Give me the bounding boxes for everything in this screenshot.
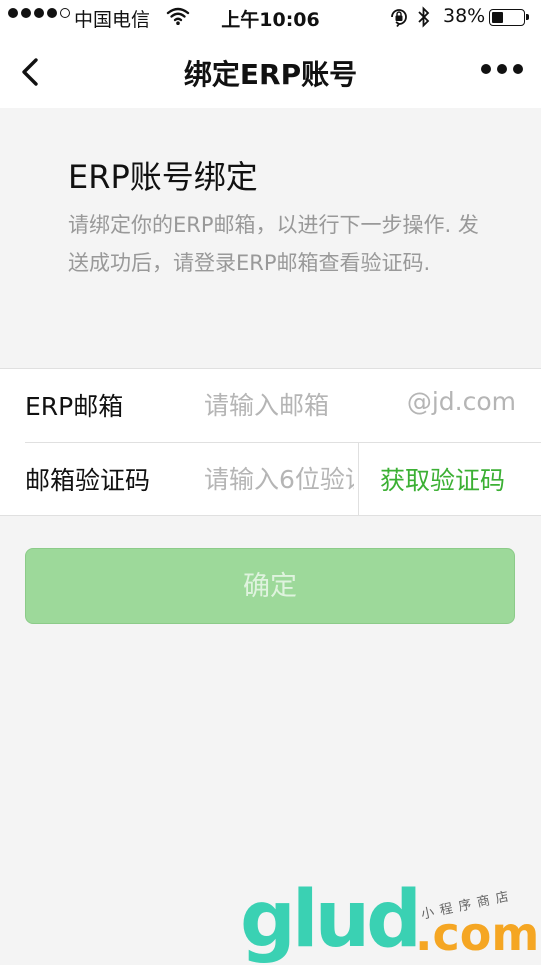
battery-icon [489,9,529,26]
intro-heading: ERP账号绑定 [68,158,258,196]
code-input[interactable] [204,459,354,499]
nav-bar: 绑定ERP账号 [0,36,541,108]
intro-description: 请绑定你的ERP邮箱，以进行下一步操作. 发送成功后，请登录ERP邮箱查看验证码… [68,213,479,275]
bluetooth-icon [417,5,431,34]
vertical-divider [358,443,359,516]
confirm-button[interactable]: 确定 [25,548,515,624]
page-title: 绑定ERP账号 [183,58,358,91]
email-domain-suffix: @jd.com [406,387,516,416]
get-code-button[interactable]: 获取验证码 [380,461,505,497]
watermark-main-text: glud [240,875,422,965]
lock-rotation-icon [388,6,410,33]
email-label: ERP邮箱 [25,392,124,421]
code-label: 邮箱验证码 [25,466,151,495]
email-input[interactable] [204,385,390,425]
email-row: ERP邮箱 @jd.com [0,369,541,442]
watermark-logo: glud .com 小程序商店 [240,875,539,965]
bind-form: ERP邮箱 @jd.com 邮箱验证码 获取验证码 [0,368,541,516]
more-icon[interactable] [481,64,523,74]
battery-percent: 38% [443,5,486,27]
intro-section: ERP账号绑定 请绑定你的ERP邮箱，以进行下一步操作. 发送成功后，请登录ER… [68,152,488,282]
status-bar: 中国电信 上午10:06 38% [0,0,541,36]
code-row: 邮箱验证码 获取验证码 [0,443,541,516]
